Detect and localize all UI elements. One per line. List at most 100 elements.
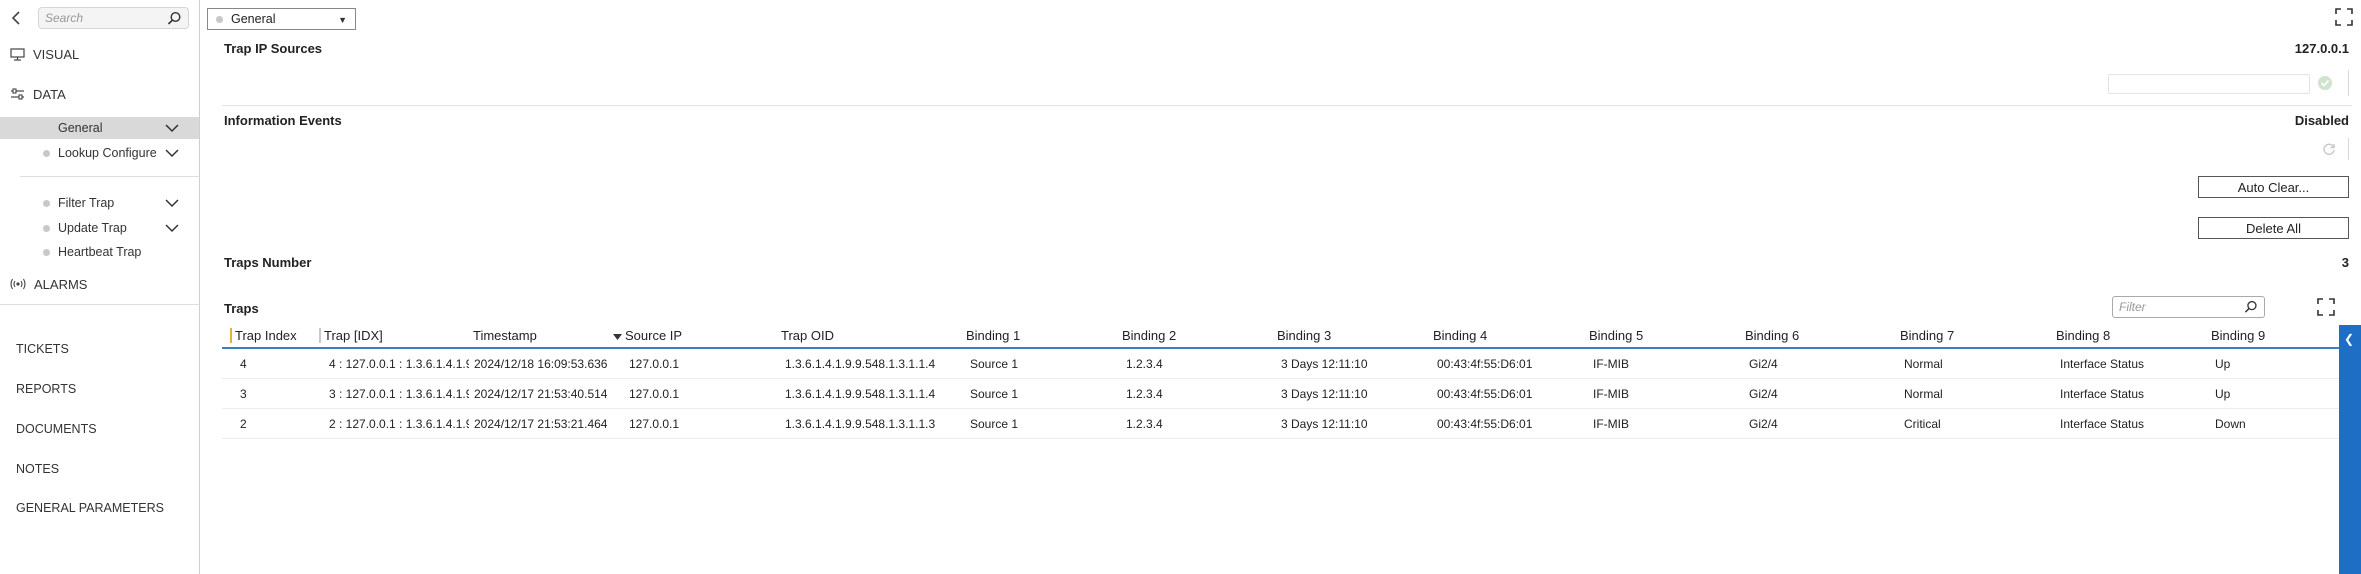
table-row[interactable]: 4 4 : 127.0.0.1 : 1.3.6.1.4.1.9... 2024/12… — [222, 349, 2339, 379]
search-input[interactable] — [45, 10, 165, 26]
table-cell: Interface Status — [2060, 357, 2145, 371]
table-cell: 2024/12/17 21:53:40.514 — [474, 387, 608, 401]
table-cell: Gi2/4 — [1749, 357, 1778, 371]
bullet-icon — [43, 149, 50, 157]
table-cell: 1.3.6.1.4.1.9.9.548.1.3.1.1.4 — [785, 357, 936, 371]
nav-notes[interactable]: NOTES — [16, 462, 59, 476]
nav-data-label: DATA — [33, 86, 66, 102]
divider — [2348, 70, 2349, 96]
column-resize-handle[interactable] — [230, 328, 232, 343]
fullscreen-icon[interactable] — [2335, 8, 2353, 26]
table-cell: 4 : 127.0.0.1 : 1.3.6.1.4.1.9... — [329, 357, 469, 371]
table-cell: IF-MIB — [1593, 387, 1629, 401]
side-panel-toggle[interactable]: ❮ — [2339, 325, 2361, 574]
traps-title: Traps — [224, 301, 259, 316]
bullet-icon — [43, 248, 50, 256]
table-cell: Gi2/4 — [1749, 387, 1778, 401]
ip-input-field[interactable] — [2108, 74, 2310, 94]
column-header[interactable]: Source IP — [625, 328, 682, 343]
table-cell: 3 Days 12:11:10 — [1281, 357, 1368, 371]
column-header[interactable]: Binding 6 — [1745, 328, 1799, 343]
table-cell: IF-MIB — [1593, 357, 1629, 371]
nav-tickets[interactable]: TICKETS — [16, 342, 69, 356]
column-header[interactable]: Binding 5 — [1589, 328, 1643, 343]
sidebar-item-filter-trap[interactable]: Filter Trap — [0, 192, 199, 214]
filter-field[interactable] — [2112, 296, 2265, 318]
back-arrow-icon[interactable] — [10, 10, 24, 28]
delete-all-button[interactable]: Delete All — [2198, 217, 2349, 239]
table-cell: 2 — [240, 417, 247, 431]
column-header[interactable]: Timestamp — [473, 328, 537, 343]
chevron-down-icon[interactable] — [165, 196, 179, 210]
column-header[interactable]: Binding 9 — [2211, 328, 2265, 343]
chevron-down-icon[interactable] — [165, 221, 179, 235]
table-cell: 4 — [240, 357, 247, 371]
divider — [0, 304, 199, 305]
nav-reports[interactable]: REPORTS — [16, 382, 76, 396]
column-resize-handle[interactable] — [319, 328, 321, 343]
column-header[interactable]: Binding 1 — [966, 328, 1020, 343]
table-row[interactable]: 2 2 : 127.0.0.1 : 1.3.6.1.4.1.9... 2024/12… — [222, 409, 2339, 439]
nav-data[interactable]: DATA — [10, 85, 66, 103]
divider — [222, 105, 2352, 106]
information-events-value: Disabled — [2294, 113, 2349, 128]
table-cell: 1.2.3.4 — [1126, 387, 1163, 401]
sidebar-item-general[interactable]: General — [0, 117, 199, 139]
divider — [20, 176, 199, 177]
bullet-icon — [43, 224, 50, 232]
table-header: Trap Index Trap [IDX] Timestamp Source IP Tr… — [222, 325, 2339, 349]
nav-alarms[interactable]: ALARMS — [10, 275, 87, 293]
chevron-down-icon[interactable] — [165, 146, 179, 160]
bullet-icon — [216, 15, 223, 23]
caret-down-icon: ▼ — [338, 15, 347, 25]
table-cell: IF-MIB — [1593, 417, 1629, 431]
table-cell: Interface Status — [2060, 387, 2145, 401]
sidebar-item-heartbeat-trap[interactable]: Heartbeat Trap — [0, 241, 199, 263]
auto-clear-button[interactable]: Auto Clear... — [2198, 176, 2349, 198]
sort-desc-icon[interactable] — [613, 334, 622, 340]
column-header[interactable]: Binding 4 — [1433, 328, 1487, 343]
chevron-left-icon: ❮ — [2344, 332, 2355, 346]
table-fullscreen-icon[interactable] — [2317, 298, 2335, 316]
broadcast-icon — [10, 278, 26, 290]
table-cell: Normal — [1904, 357, 1943, 371]
traps-number-title: Traps Number — [224, 255, 312, 270]
filter-input[interactable] — [2119, 299, 2237, 315]
table-cell: 1.3.6.1.4.1.9.9.548.1.3.1.1.3 — [785, 417, 936, 431]
table-cell: Normal — [1904, 387, 1943, 401]
table-cell: 3 Days 12:11:10 — [1281, 417, 1368, 431]
sidebar-item-label: Heartbeat Trap — [58, 245, 142, 259]
table-cell: Up — [2215, 357, 2231, 371]
column-header[interactable]: Trap [IDX] — [324, 328, 383, 343]
sidebar-item-label: Filter Trap — [58, 196, 115, 210]
nav-visual[interactable]: VISUAL — [10, 45, 79, 63]
check-circle-icon[interactable] — [2317, 75, 2333, 91]
sidebar-item-update-trap[interactable]: Update Trap — [0, 217, 199, 239]
table-cell: Critical — [1904, 417, 1941, 431]
search-field[interactable] — [38, 7, 189, 29]
column-header[interactable]: Binding 8 — [2056, 328, 2110, 343]
search-icon[interactable] — [167, 11, 182, 26]
refresh-icon[interactable] — [2322, 142, 2336, 156]
table-cell: 1.2.3.4 — [1126, 417, 1163, 431]
column-header[interactable]: Trap OID — [781, 328, 834, 343]
column-header[interactable]: Binding 2 — [1122, 328, 1176, 343]
column-header[interactable]: Binding 3 — [1277, 328, 1331, 343]
chevron-down-icon[interactable] — [165, 121, 179, 135]
nav-documents[interactable]: DOCUMENTS — [16, 422, 97, 436]
sidebar-item-lookup-configure[interactable]: Lookup Configure — [0, 142, 199, 164]
divider — [2348, 138, 2349, 160]
traps-number-value: 3 — [2341, 255, 2349, 270]
column-header[interactable]: Binding 7 — [1900, 328, 1954, 343]
column-header[interactable]: Trap Index — [235, 328, 297, 343]
sidebar-item-label: General — [58, 121, 103, 135]
search-icon[interactable] — [2244, 300, 2258, 314]
table-cell: 1.3.6.1.4.1.9.9.548.1.3.1.1.4 — [785, 387, 936, 401]
section-select-value: General — [231, 12, 276, 26]
table-cell: 00:43:4f:55:D6:01 — [1437, 417, 1533, 431]
section-select[interactable]: General ▼ — [207, 8, 356, 30]
table-cell: 1.2.3.4 — [1126, 357, 1163, 371]
nav-general-parameters[interactable]: GENERAL PARAMETERS — [16, 501, 164, 515]
table-row[interactable]: 3 3 : 127.0.0.1 : 1.3.6.1.4.1.9... 2024/12… — [222, 379, 2339, 409]
information-events-title: Information Events — [224, 113, 342, 128]
